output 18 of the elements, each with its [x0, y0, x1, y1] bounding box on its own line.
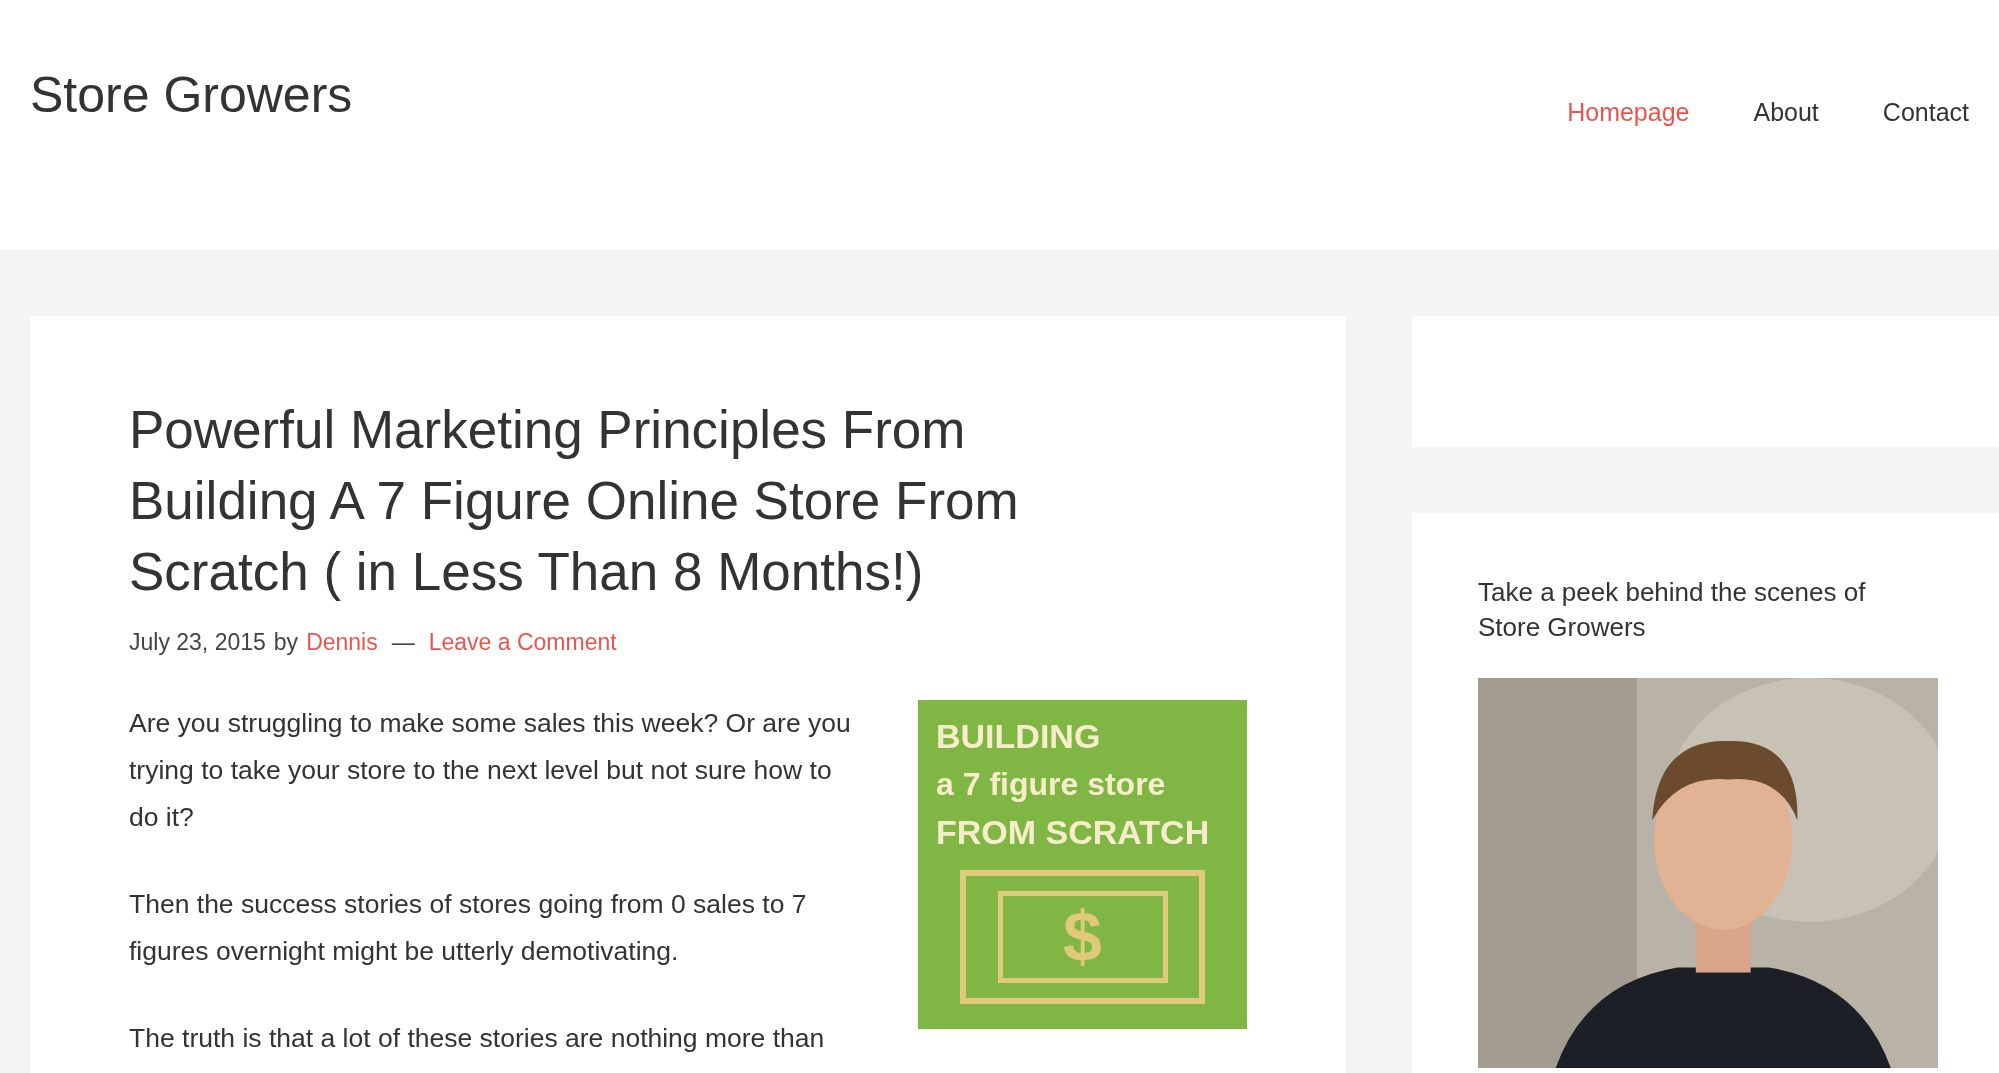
graphic-text: FROM SCRATCH: [936, 811, 1211, 853]
nav-link[interactable]: Contact: [1882, 100, 1969, 125]
byline-text: by: [273, 628, 299, 657]
article-title: Powerful Marketing Principles From Building A 7 Figure Online Store From Scratch ( in Less Than 8 Months!): [129, 399, 1020, 603]
author-link[interactable]: Dennis: [306, 625, 378, 660]
meta-separator: —: [391, 628, 415, 657]
comment-link[interactable]: Leave a Comment: [428, 625, 617, 660]
site-title[interactable]: Store Growers: [30, 70, 353, 120]
post-date: July 23, 2015: [129, 628, 266, 657]
graphic-text: BUILDING: [936, 715, 1102, 757]
article-paragraph: Then the success stories of stores going from 0 sales to 7 figures overnight might be utterly demotivating.: [129, 887, 808, 968]
widget-heading: Take a peek behind the scenes of Store Growers: [1478, 576, 1867, 644]
dollar-sign: $: [1063, 901, 1102, 972]
article-paragraph: The truth is that a lot of these stories are nothing more than: [129, 1021, 826, 1055]
article-paragraph: Are you struggling to make some sales this week? Or are you trying to take your store to the next level but not sure how to do it?: [129, 706, 852, 834]
graphic-text: a 7 figure store: [936, 764, 1167, 804]
nav-link[interactable]: Homepage: [1567, 100, 1690, 125]
nav-link[interactable]: About: [1753, 100, 1819, 125]
